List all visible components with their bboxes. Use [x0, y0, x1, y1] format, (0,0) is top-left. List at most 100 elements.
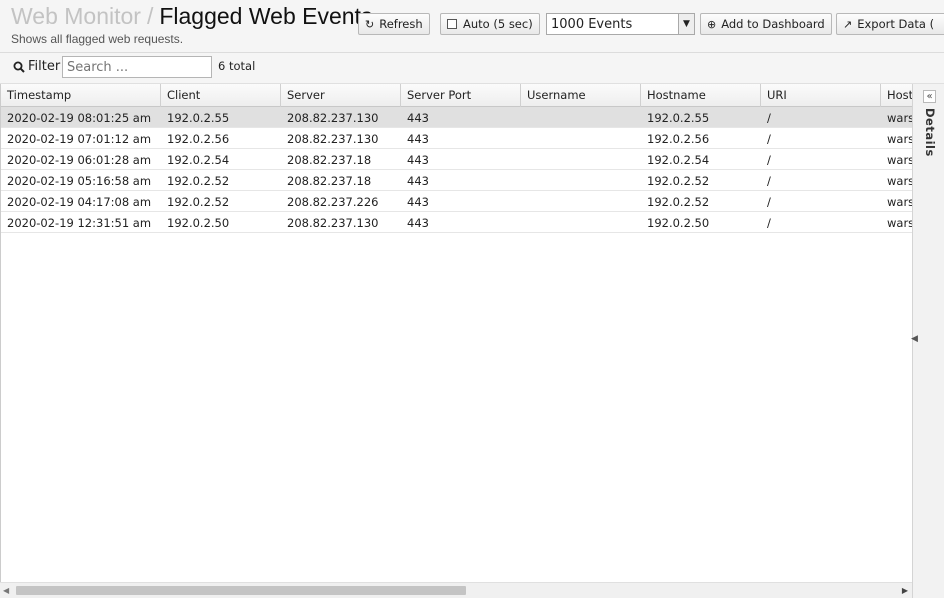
cell-hostname: 192.0.2.52 — [647, 174, 710, 188]
cell-host: wars — [887, 111, 912, 125]
refresh-icon: ↻ — [365, 17, 375, 31]
cell-username — [521, 191, 641, 211]
table-row[interactable]: 2020-02-19 12:31:51 am 192.0.2.50 208.82… — [1, 212, 912, 233]
panel-resize-handle-icon[interactable]: ◀ — [911, 334, 918, 344]
cell-server-port: 443 — [407, 111, 429, 125]
cell-client: 192.0.2.52 — [167, 195, 230, 209]
events-count-value: 1000 Events — [551, 16, 633, 32]
cell-uri: / — [767, 195, 771, 209]
cell-hostname: 192.0.2.54 — [647, 153, 710, 167]
details-panel: « Details ◀ — [911, 84, 944, 598]
breadcrumb-current: Flagged Web Events — [159, 3, 373, 29]
cell-timestamp: 2020-02-19 07:01:12 am — [7, 132, 152, 146]
search-input[interactable] — [62, 56, 212, 78]
chevron-down-icon[interactable]: ▼ — [678, 14, 694, 34]
export-data-label: Export Data ( — [857, 17, 935, 31]
cell-username — [521, 128, 641, 148]
plus-circle-icon: ⊕ — [707, 17, 717, 31]
horizontal-scrollbar[interactable]: ◀ ▶ — [0, 582, 912, 598]
table-body: 2020-02-19 08:01:25 am 192.0.2.55 208.82… — [1, 107, 912, 233]
cell-host: wars — [887, 174, 912, 188]
cell-uri: / — [767, 132, 771, 146]
column-header-username[interactable]: Username — [521, 84, 641, 107]
breadcrumb-web-monitor[interactable]: Web Monitor — [11, 3, 141, 29]
cell-server-port: 443 — [407, 132, 429, 146]
search-icon — [13, 61, 25, 73]
add-to-dashboard-button[interactable]: ⊕ Add to Dashboard — [700, 13, 832, 35]
refresh-label: Refresh — [379, 17, 423, 31]
table-header: Timestamp Client Server Server Port User… — [1, 84, 912, 107]
auto-refresh-toggle[interactable]: Auto (5 sec) — [440, 13, 540, 35]
cell-server: 208.82.237.18 — [287, 153, 372, 167]
table-row[interactable]: 2020-02-19 07:01:12 am 192.0.2.56 208.82… — [1, 128, 912, 149]
column-header-server-port[interactable]: Server Port — [401, 84, 521, 107]
cell-timestamp: 2020-02-19 08:01:25 am — [7, 111, 152, 125]
page-header: Web Monitor / Flagged Web Events Shows all… — [0, 0, 944, 53]
column-header-timestamp[interactable]: Timestamp — [1, 84, 161, 107]
column-header-server[interactable]: Server — [281, 84, 401, 107]
cell-host: wars — [887, 216, 912, 230]
filter-bar: Filter 6 total — [0, 53, 944, 84]
cell-username — [521, 170, 641, 190]
cell-uri: / — [767, 216, 771, 230]
events-table: Timestamp Client Server Server Port User… — [0, 84, 912, 582]
table-row[interactable]: 2020-02-19 08:01:25 am 192.0.2.55 208.82… — [1, 107, 912, 128]
cell-hostname: 192.0.2.52 — [647, 195, 710, 209]
cell-timestamp: 2020-02-19 05:16:58 am — [7, 174, 152, 188]
column-header-hostname[interactable]: Hostname — [641, 84, 761, 107]
cell-server-port: 443 — [407, 153, 429, 167]
cell-server-port: 443 — [407, 174, 429, 188]
column-header-client[interactable]: Client — [161, 84, 281, 107]
total-count: 6 total — [218, 59, 256, 73]
filter-label-text: Filter — [28, 59, 61, 74]
cell-server: 208.82.237.130 — [287, 216, 379, 230]
details-panel-label[interactable]: Details — [923, 108, 937, 157]
export-icon: ↗ — [843, 17, 853, 31]
cell-uri: / — [767, 153, 771, 167]
cell-client: 192.0.2.55 — [167, 111, 230, 125]
cell-client: 192.0.2.54 — [167, 153, 230, 167]
events-count-select[interactable]: 1000 Events ▼ — [546, 13, 695, 35]
column-header-host[interactable]: Host — [881, 84, 912, 107]
cell-server-port: 443 — [407, 195, 429, 209]
table-row[interactable]: 2020-02-19 04:17:08 am 192.0.2.52 208.82… — [1, 191, 912, 212]
cell-server: 208.82.237.226 — [287, 195, 379, 209]
cell-client: 192.0.2.52 — [167, 174, 230, 188]
cell-timestamp: 2020-02-19 04:17:08 am — [7, 195, 152, 209]
cell-host: wars — [887, 132, 912, 146]
cell-hostname: 192.0.2.56 — [647, 132, 710, 146]
cell-server: 208.82.237.130 — [287, 132, 379, 146]
cell-server-port: 443 — [407, 216, 429, 230]
table-row[interactable]: 2020-02-19 05:16:58 am 192.0.2.52 208.82… — [1, 170, 912, 191]
expand-details-icon[interactable]: « — [923, 90, 936, 103]
page-subtitle: Shows all flagged web requests. — [11, 32, 184, 46]
refresh-button[interactable]: ↻ Refresh — [358, 13, 430, 35]
breadcrumb-separator: / — [146, 3, 154, 29]
cell-host: wars — [887, 195, 912, 209]
scroll-right-icon[interactable]: ▶ — [902, 586, 908, 595]
cell-client: 192.0.2.56 — [167, 132, 230, 146]
cell-uri: / — [767, 111, 771, 125]
column-header-uri[interactable]: URI — [761, 84, 881, 107]
cell-username — [521, 107, 641, 127]
cell-hostname: 192.0.2.50 — [647, 216, 710, 230]
page-title: Web Monitor / Flagged Web Events — [11, 3, 372, 30]
cell-timestamp: 2020-02-19 12:31:51 am — [7, 216, 152, 230]
cell-uri: / — [767, 174, 771, 188]
cell-username — [521, 149, 641, 169]
export-data-button[interactable]: ↗ Export Data ( — [836, 13, 944, 35]
auto-refresh-label: Auto (5 sec) — [463, 17, 533, 31]
table-row[interactable]: 2020-02-19 06:01:28 am 192.0.2.54 208.82… — [1, 149, 912, 170]
scrollbar-thumb[interactable] — [16, 586, 466, 595]
cell-server: 208.82.237.130 — [287, 111, 379, 125]
auto-refresh-checkbox[interactable] — [447, 19, 457, 29]
cell-hostname: 192.0.2.55 — [647, 111, 710, 125]
cell-server: 208.82.237.18 — [287, 174, 372, 188]
add-to-dashboard-label: Add to Dashboard — [721, 17, 825, 31]
cell-host: wars — [887, 153, 912, 167]
filter-label: Filter — [13, 59, 60, 74]
cell-timestamp: 2020-02-19 06:01:28 am — [7, 153, 152, 167]
cell-client: 192.0.2.50 — [167, 216, 230, 230]
scroll-left-icon[interactable]: ◀ — [3, 586, 9, 595]
cell-username — [521, 212, 641, 232]
